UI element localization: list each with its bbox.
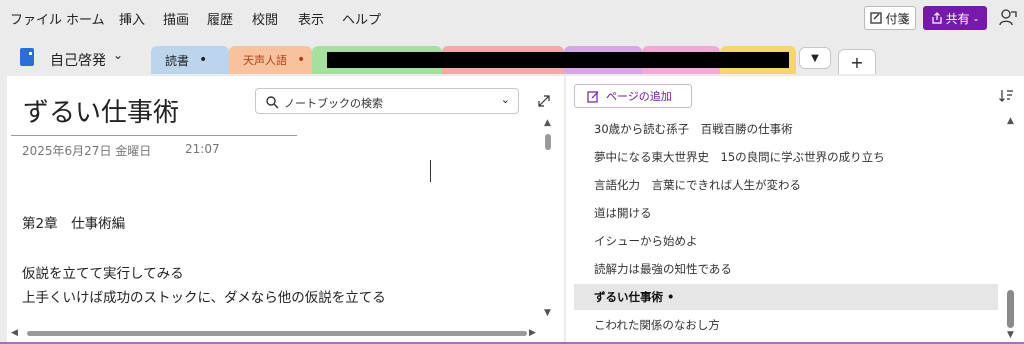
notebook-icon: [20, 48, 34, 66]
expand-icon[interactable]: [537, 94, 551, 108]
add-page-icon: [587, 90, 599, 103]
scroll-up-icon[interactable]: ▲: [1007, 116, 1014, 126]
vertical-scrollbar[interactable]: ▲ ▼: [541, 118, 555, 318]
page-list-item[interactable]: イシューから始めよ: [574, 228, 998, 254]
more-sections-button[interactable]: ▼: [799, 47, 831, 69]
chevron-down-icon[interactable]: ⌄: [113, 48, 123, 62]
share-icon: [932, 12, 942, 24]
scroll-thumb[interactable]: [545, 134, 551, 150]
page-list-pane: ページの追加 30歳から読む孫子 百戦百勝の仕事術 夢中になる東大世界史 15の…: [566, 76, 1024, 342]
page-list-item[interactable]: 読解力は最強の知性である: [574, 256, 998, 282]
sticky-notes-button[interactable]: 付箋: [864, 6, 916, 30]
sticky-note-icon: [870, 12, 883, 24]
text-cursor: [430, 160, 431, 182]
page-list-item[interactable]: 道は開ける: [574, 200, 998, 226]
scroll-down-icon[interactable]: ▼: [1007, 330, 1014, 340]
menu-help[interactable]: ヘルプ: [342, 9, 381, 28]
page-date: 2025年6月27日 金曜日: [22, 144, 152, 158]
chevron-down-icon[interactable]: ⌄: [501, 93, 510, 106]
tab-label: 天声人語: [243, 54, 287, 67]
unsaved-dot: •: [199, 52, 208, 68]
page-list-item[interactable]: 言語化力 言葉にできれば人生が変わる: [574, 172, 998, 198]
scroll-up-icon[interactable]: ▲: [544, 118, 551, 128]
note-line[interactable]: 第2章 仕事術編: [22, 212, 125, 232]
page-list-item-selected[interactable]: ずるい仕事術 •: [574, 284, 998, 310]
title-underline: [11, 135, 297, 136]
add-page-label: ページの追加: [606, 90, 672, 103]
redacted-bar: [327, 52, 789, 68]
sticky-notes-label: 付箋: [885, 11, 910, 26]
page-list-scrollbar[interactable]: ▲ ▼: [1004, 116, 1018, 342]
page-list-item[interactable]: 30歳から読む孫子 百戦百勝の仕事術: [574, 116, 998, 142]
plus-icon: +: [850, 52, 864, 72]
horizontal-scrollbar[interactable]: ◀ ▶: [7, 326, 541, 340]
menu-view[interactable]: 表示: [298, 9, 324, 28]
menu-bar: ファイル ホーム 挿入 描画 履歴 校閲 表示 ヘルプ 付箋 共有 ⌄: [0, 0, 1024, 36]
scroll-right-icon[interactable]: ▶: [529, 328, 536, 338]
sort-icon[interactable]: [998, 88, 1014, 104]
scroll-down-icon[interactable]: ▼: [544, 308, 551, 318]
add-section-button[interactable]: +: [838, 49, 876, 74]
unsaved-dot: •: [297, 52, 306, 68]
chevron-down-icon: ⌄: [972, 13, 980, 23]
tab-label: 読書: [165, 53, 190, 68]
note-line[interactable]: 仮説を立てて実行してみる: [22, 262, 184, 282]
menu-review[interactable]: 校閲: [252, 9, 278, 28]
search-placeholder: ノートブックの検索: [284, 97, 383, 110]
menu-insert[interactable]: 挿入: [119, 9, 145, 28]
scroll-thumb[interactable]: [27, 331, 527, 336]
page-time: 21:07: [185, 142, 220, 156]
share-button[interactable]: 共有 ⌄: [923, 6, 987, 30]
scroll-left-icon[interactable]: ◀: [11, 328, 18, 338]
add-page-button[interactable]: ページの追加: [574, 84, 692, 108]
chevron-down-icon: ▼: [811, 52, 819, 64]
menu-file[interactable]: ファイル: [10, 9, 62, 28]
tab-tenseijingo[interactable]: 天声人語 •: [229, 46, 312, 74]
tab-reading[interactable]: 読書 •: [151, 46, 229, 74]
notebook-search[interactable]: ノートブックの検索 ⌄: [255, 88, 519, 114]
person-feedback-icon[interactable]: [998, 8, 1018, 28]
section-tab-bar: 自己啓発 ⌄ 読書 • 天声人語 • ▼ +: [0, 36, 1024, 74]
page-list-item[interactable]: こわれた関係のなおし方: [574, 312, 998, 338]
note-line[interactable]: 上手くいけば成功のストックに、ダメなら他の仮説を立てる: [22, 286, 386, 306]
search-icon: [266, 96, 279, 109]
menu-draw[interactable]: 描画: [163, 9, 189, 28]
note-canvas[interactable]: ずるい仕事術 2025年6月27日 金曜日 21:07 第2章 仕事術編 仮説を…: [7, 76, 564, 342]
notebook-title[interactable]: 自己啓発: [50, 50, 106, 70]
page-list-item[interactable]: 夢中になる東大世界史 15の良問に学ぶ世界の成り立ち: [574, 144, 998, 170]
page-title[interactable]: ずるい仕事術: [23, 92, 179, 129]
share-label: 共有: [945, 11, 970, 26]
scroll-thumb[interactable]: [1007, 290, 1014, 328]
menu-history[interactable]: 履歴: [207, 9, 233, 28]
menu-home[interactable]: ホーム: [66, 9, 105, 28]
